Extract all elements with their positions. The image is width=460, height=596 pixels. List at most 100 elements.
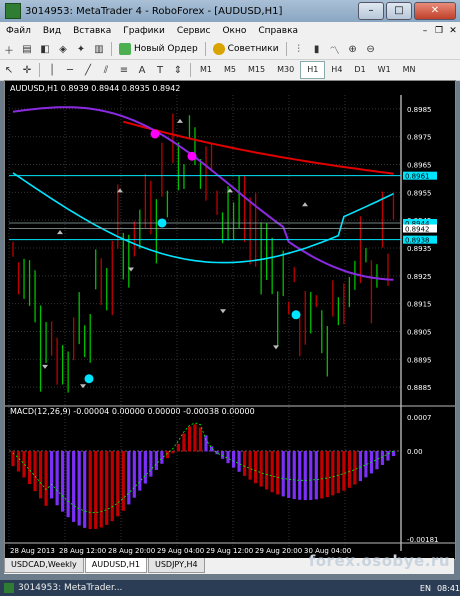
- purple-moving-average: [12, 106, 394, 281]
- signal-dot: [150, 129, 160, 139]
- mdi-restore-button[interactable]: ❐: [432, 26, 446, 36]
- horizontal-line-icon[interactable]: ─: [62, 62, 78, 78]
- time-label: 28 Aug 2013: [10, 547, 55, 555]
- menu-insert[interactable]: Вставка: [67, 26, 117, 36]
- macd-histogram-bar: [110, 451, 114, 522]
- zoom-out-icon[interactable]: ⊖: [363, 41, 379, 57]
- bar-chart-icon[interactable]: ⫶: [291, 41, 307, 57]
- new-chart-icon[interactable]: ＋: [1, 41, 17, 57]
- tab-audusd-h1[interactable]: AUDUSD,H1: [84, 558, 147, 573]
- macd-histogram-bar: [94, 451, 98, 529]
- macd-histogram-bar: [105, 451, 109, 525]
- new-order-button[interactable]: Новый Ордер: [115, 40, 202, 58]
- new-order-icon: [119, 43, 131, 55]
- timeframe-m1[interactable]: M1: [194, 62, 218, 78]
- macd-histogram-bar: [61, 451, 65, 512]
- trend-line-icon[interactable]: ╱: [80, 62, 96, 78]
- menu-help[interactable]: Справка: [252, 26, 304, 36]
- menu-file[interactable]: Файл: [0, 26, 37, 36]
- minimize-button[interactable]: –: [358, 2, 384, 20]
- menu-tools[interactable]: Сервис: [171, 26, 217, 36]
- language-indicator[interactable]: EN: [420, 584, 431, 593]
- timeframe-d1[interactable]: D1: [348, 62, 371, 78]
- navigator-icon[interactable]: ✦: [73, 41, 89, 57]
- fractal-arrow: [57, 230, 63, 235]
- chart-window[interactable]: AUDUSD,H1 0.8939 0.8944 0.8935 0.8942 MA…: [4, 80, 456, 560]
- timeframe-h4[interactable]: H4: [325, 62, 348, 78]
- macd-histogram-bar: [320, 451, 324, 499]
- macd-histogram-bar: [314, 451, 318, 500]
- label-icon[interactable]: T: [152, 62, 168, 78]
- price-label: 0.8895: [407, 356, 432, 364]
- macd-histogram-bar: [276, 451, 280, 495]
- price-label: 0.8905: [407, 328, 432, 336]
- signal-dot: [157, 218, 167, 228]
- timeframe-m5[interactable]: M5: [218, 62, 242, 78]
- arrows-icon[interactable]: ⇕: [170, 62, 186, 78]
- price-label: 0.8885: [407, 384, 432, 392]
- market-watch-icon[interactable]: ◧: [37, 41, 53, 57]
- macd-histogram-bar: [99, 451, 103, 528]
- mdi-minimize-button[interactable]: –: [418, 26, 432, 36]
- macd-histogram-bar: [336, 451, 340, 494]
- macd-histogram-bar: [325, 451, 329, 498]
- taskbar-item[interactable]: 3014953: MetaTrader...: [0, 583, 126, 593]
- fractal-arrow: [273, 345, 279, 350]
- line-chart-icon[interactable]: 〽: [327, 41, 343, 57]
- timeframe-mn[interactable]: MN: [397, 62, 422, 78]
- advisors-button[interactable]: Советники: [209, 40, 283, 58]
- tab-usdjpy-h4[interactable]: USDJPY,H4: [147, 558, 205, 573]
- macd-histogram-bar: [38, 451, 43, 499]
- macd-histogram-bar: [88, 451, 92, 530]
- vertical-line-icon[interactable]: │: [44, 62, 60, 78]
- zoom-in-icon[interactable]: ⊕: [345, 41, 361, 57]
- text-icon[interactable]: A: [134, 62, 150, 78]
- macd-histogram-bar: [265, 451, 269, 490]
- macd-histogram-bar: [254, 451, 258, 484]
- menu-window[interactable]: Окно: [216, 26, 252, 36]
- mdi-controls: – ❐ ✕: [418, 26, 460, 36]
- close-button[interactable]: ✕: [414, 2, 456, 20]
- maximize-button[interactable]: □: [386, 2, 412, 20]
- profiles-icon[interactable]: ▤: [19, 41, 35, 57]
- price-label: 0.8975: [407, 134, 432, 142]
- macd-histogram-bar: [237, 451, 241, 472]
- macd-histogram-bar: [347, 451, 351, 488]
- macd-histogram-bar: [281, 451, 285, 497]
- timeframe-h1[interactable]: H1: [300, 61, 326, 79]
- macd-histogram-bar: [127, 451, 131, 505]
- toolbar-separator: [204, 42, 206, 56]
- tab-usdcad-weekly[interactable]: USDCAD,Weekly: [4, 558, 84, 573]
- timeframe-m30[interactable]: M30: [271, 62, 300, 78]
- cyan-moving-average: [12, 172, 394, 264]
- crosshair-icon[interactable]: ✛: [19, 62, 35, 78]
- macd-histogram-bar: [287, 451, 291, 498]
- macd-histogram-bar: [243, 451, 247, 476]
- fibonacci-icon[interactable]: ≡: [116, 62, 132, 78]
- price-chart[interactable]: AUDUSD,H1 0.8939 0.8944 0.8935 0.8942 MA…: [5, 81, 455, 559]
- candle-chart-icon[interactable]: ▮: [309, 41, 325, 57]
- macd-histogram-bar: [309, 451, 313, 500]
- menu-charts[interactable]: Графики: [117, 26, 171, 36]
- timeframe-w1[interactable]: W1: [372, 62, 397, 78]
- macd-histogram-bar: [380, 451, 385, 465]
- signal-dot: [291, 310, 301, 320]
- cursor-icon[interactable]: ↖: [1, 62, 17, 78]
- advisors-icon: [212, 43, 225, 55]
- channel-icon[interactable]: ⫽: [98, 62, 114, 78]
- menu-view[interactable]: Вид: [37, 26, 67, 36]
- mdi-close-button[interactable]: ✕: [446, 26, 460, 36]
- taskbar-item-label: 3014953: MetaTrader...: [18, 583, 123, 593]
- macd-histogram-bar: [353, 451, 357, 485]
- macd-histogram-bar: [143, 451, 147, 484]
- time-label: 29 Aug 12:00: [206, 547, 253, 555]
- macd-histogram-bar: [331, 451, 335, 496]
- macd-histogram-bar: [375, 451, 379, 470]
- price-label: 0.8915: [407, 301, 432, 309]
- timeframe-m15[interactable]: M15: [242, 62, 271, 78]
- macd-histogram-bar: [171, 451, 175, 454]
- macd-histogram-bar: [72, 451, 76, 522]
- data-window-icon[interactable]: ◈: [55, 41, 71, 57]
- price-tag-label: 0.8942: [405, 226, 430, 234]
- terminal-icon[interactable]: ▥: [91, 41, 107, 57]
